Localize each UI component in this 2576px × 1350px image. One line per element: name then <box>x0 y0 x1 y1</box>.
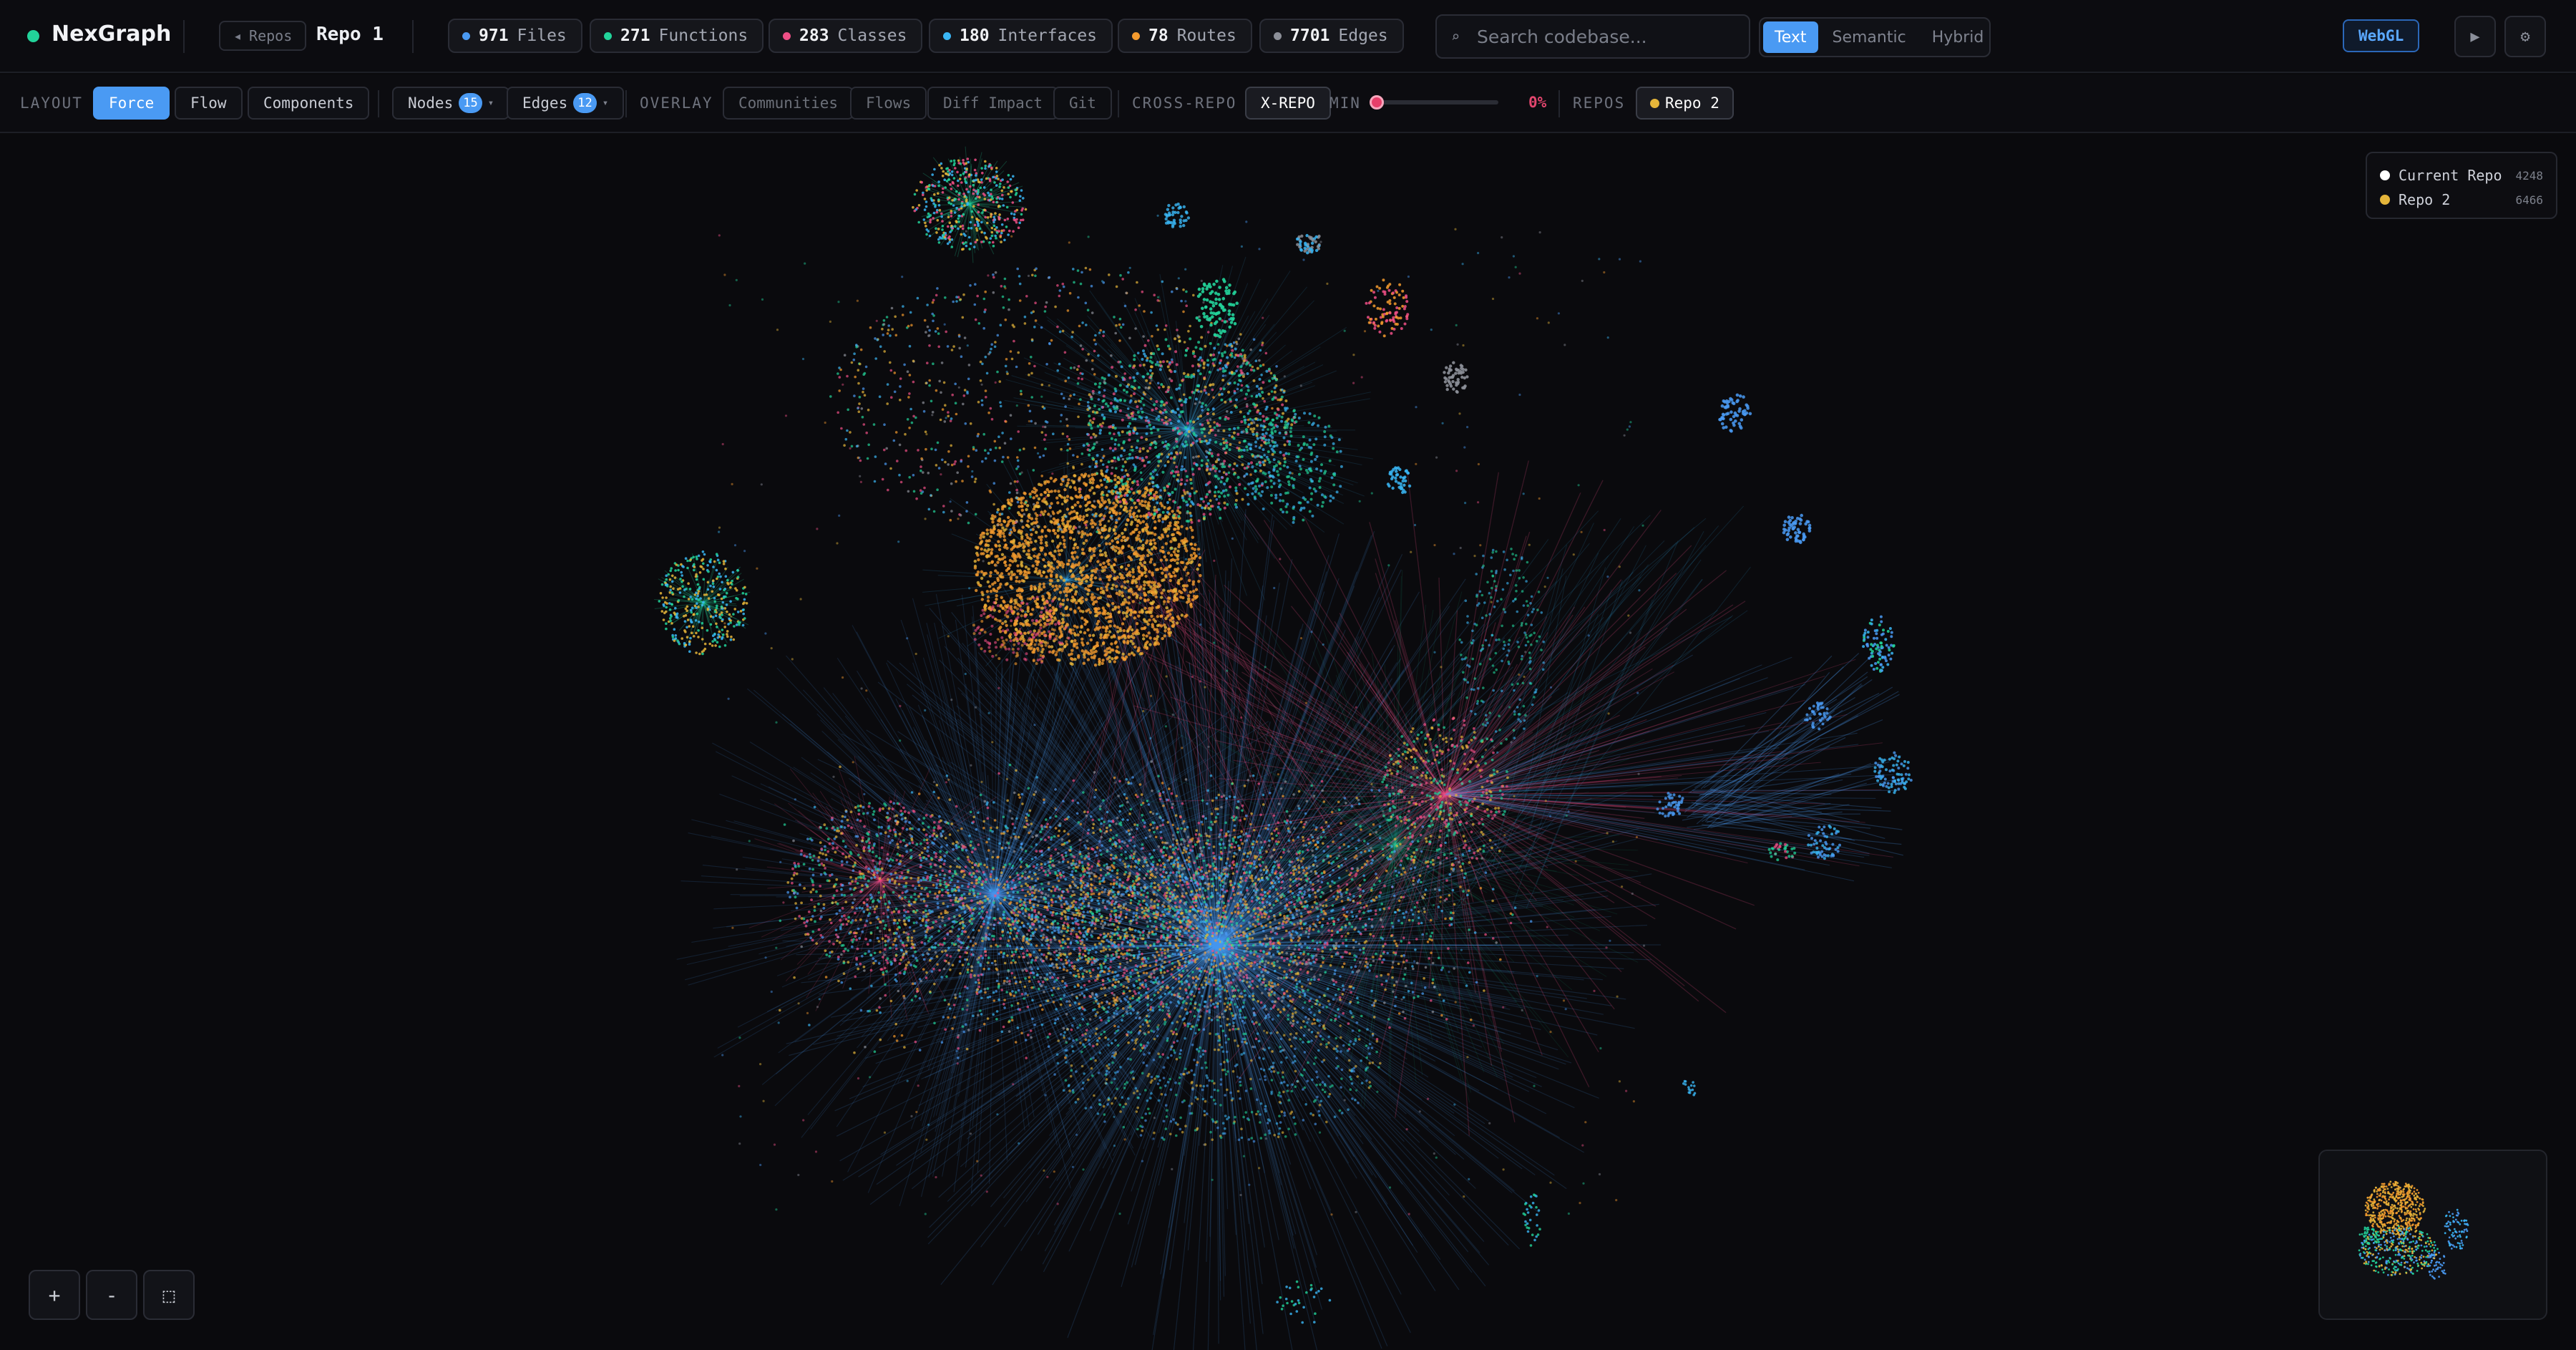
top-bar: NexGraph ◂ Repos Repo 1 971 Files 271 Fu… <box>0 0 2576 73</box>
divider <box>378 90 379 117</box>
overlay-flows-button[interactable]: Flows <box>850 87 927 120</box>
overlay-git-button[interactable]: Git <box>1053 87 1112 120</box>
stat-functions[interactable]: 271 Functions <box>590 19 764 53</box>
zoom-in-button[interactable]: + <box>29 1270 80 1320</box>
play-icon: ▶ <box>2470 27 2480 46</box>
min-label: MIN <box>1330 94 1361 112</box>
x-repo-toggle[interactable]: X-REPO <box>1245 87 1331 120</box>
renderer-badge[interactable]: WebGL <box>2343 19 2420 52</box>
chevron-down-icon: ▾ <box>602 97 609 109</box>
divider <box>412 20 414 53</box>
divider <box>1558 90 1560 117</box>
graph-canvas[interactable] <box>0 135 2576 1350</box>
legend-dot-icon <box>2380 195 2390 205</box>
divider <box>183 20 185 53</box>
min-threshold-slider[interactable] <box>1377 100 1498 105</box>
search-icon: ⌕ <box>1451 28 1460 45</box>
minimap-canvas <box>2358 1180 2469 1280</box>
edges-dot-icon <box>1274 31 1282 40</box>
legend-item-repo-2[interactable]: Repo 2 6466 <box>2380 188 2543 212</box>
layout-label: LAYOUT <box>20 94 83 112</box>
chevron-left-icon: ◂ <box>233 27 243 44</box>
nodes-count-badge: 15 <box>459 93 482 113</box>
overlay-diff-impact-button[interactable]: Diff Impact <box>927 87 1059 120</box>
classes-dot-icon <box>783 31 791 40</box>
search-box[interactable]: ⌕ <box>1435 14 1750 59</box>
nodes-filter-button[interactable]: Nodes 15 ▾ <box>392 87 510 120</box>
gear-icon: ⚙ <box>2520 27 2530 46</box>
divider <box>625 90 627 117</box>
cross-repo-label: CROSS-REPO <box>1132 94 1237 112</box>
repo-chip-repo-2[interactable]: Repo 2 <box>1636 87 1734 120</box>
status-dot <box>27 30 39 42</box>
graph-toolbar: LAYOUT Force Flow Components Nodes 15 ▾ … <box>0 74 2576 133</box>
layout-force-button[interactable]: Force <box>93 87 170 120</box>
stat-files[interactable]: 971 Files <box>448 19 582 53</box>
layout-components-button[interactable]: Components <box>248 87 370 120</box>
play-button[interactable]: ▶ <box>2454 16 2496 57</box>
files-dot-icon <box>462 31 470 40</box>
minimap[interactable] <box>2318 1150 2547 1320</box>
routes-dot-icon <box>1132 31 1140 40</box>
functions-dot-icon <box>604 31 612 40</box>
fit-view-button[interactable]: ⬚ <box>143 1270 195 1320</box>
overlay-communities-button[interactable]: Communities <box>723 87 854 120</box>
repo-legend: Current Repo 4248 Repo 2 6466 <box>2366 152 2557 219</box>
repo-color-dot-icon <box>1650 98 1659 108</box>
search-input[interactable] <box>1477 26 1721 47</box>
settings-button[interactable]: ⚙ <box>2504 16 2546 57</box>
stat-routes[interactable]: 78 Routes <box>1118 19 1252 53</box>
search-mode-toggle: Text Semantic Hybrid <box>1759 17 1991 57</box>
stat-classes[interactable]: 283 Classes <box>769 19 923 53</box>
search-mode-text[interactable]: Text <box>1763 21 1818 53</box>
layout-flow-button[interactable]: Flow <box>175 87 243 120</box>
min-threshold-slider-handle[interactable] <box>1370 95 1384 110</box>
interfaces-dot-icon <box>943 31 951 40</box>
stat-interfaces[interactable]: 180 Interfaces <box>929 19 1113 53</box>
search-mode-hybrid[interactable]: Hybrid <box>1921 21 1996 53</box>
search-mode-semantic[interactable]: Semantic <box>1821 21 1918 53</box>
chevron-down-icon: ▾ <box>487 97 494 109</box>
back-label: Repos <box>249 27 293 44</box>
legend-item-current-repo[interactable]: Current Repo 4248 <box>2380 163 2543 188</box>
back-to-repos-button[interactable]: ◂ Repos <box>219 21 307 51</box>
legend-dot-icon <box>2380 170 2390 180</box>
zoom-out-button[interactable]: - <box>86 1270 137 1320</box>
repos-label: REPOS <box>1573 94 1626 112</box>
stat-edges[interactable]: 7701 Edges <box>1259 19 1404 53</box>
min-threshold-value: 0% <box>1528 94 1547 111</box>
fit-view-icon: ⬚ <box>162 1283 175 1307</box>
app-logo: NexGraph <box>52 21 172 47</box>
edges-filter-button[interactable]: Edges 12 ▾ <box>507 87 625 120</box>
graph-edges <box>654 146 1903 1350</box>
edges-count-badge: 12 <box>573 93 597 113</box>
overlay-label: OVERLAY <box>640 94 713 112</box>
divider <box>1118 90 1119 117</box>
repo-title: Repo 1 <box>316 24 384 45</box>
